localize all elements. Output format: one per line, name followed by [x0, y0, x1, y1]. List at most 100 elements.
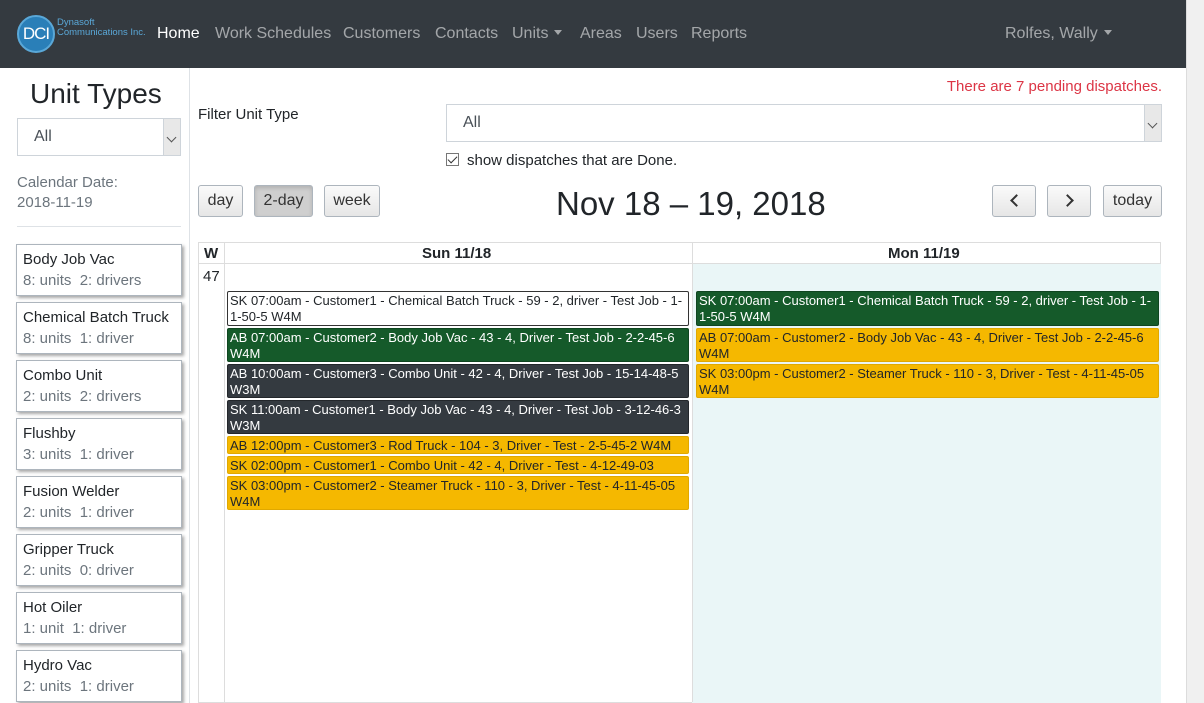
day-header-mon: Mon 11/19 — [888, 245, 960, 262]
unit-type-counts: 2: units 0: driver — [23, 562, 134, 579]
event-item[interactable]: SK 02:00pm - Customer1 - Combo Unit - 42… — [227, 456, 689, 474]
nav-reports[interactable]: Reports — [691, 25, 747, 43]
view-day-button[interactable]: day — [198, 185, 243, 217]
unit-count: 1: unit — [23, 620, 64, 637]
event-item[interactable]: AB 10:00am - Customer3 - Combo Unit - 42… — [227, 364, 689, 398]
calendar-range-title: Nov 18 – 19, 2018 — [556, 185, 826, 222]
calendar-date-label: Calendar Date: — [17, 174, 118, 191]
unit-type-card[interactable]: Body Job Vac 8: units 2: drivers — [16, 244, 182, 296]
unit-type-counts: 2: units 2: drivers — [23, 388, 141, 405]
event-item[interactable]: AB 07:00am - Customer2 - Body Job Vac - … — [696, 328, 1159, 362]
unit-count: 2: units — [23, 388, 72, 405]
event-item[interactable]: AB 07:00am - Customer2 - Body Job Vac - … — [227, 328, 689, 362]
driver-count: 2: drivers — [79, 388, 142, 405]
unit-type-card[interactable]: Flushby 3: units 1: driver — [16, 418, 182, 470]
nav-customers[interactable]: Customers — [343, 25, 420, 43]
unit-type-card[interactable]: Combo Unit 2: units 2: drivers — [16, 360, 182, 412]
nav-units-label: Units — [512, 25, 549, 42]
nav-units-dropdown[interactable]: Units — [512, 25, 563, 43]
driver-count: 0: driver — [79, 562, 134, 579]
unit-count: 8: units — [23, 272, 72, 289]
unit-type-card[interactable]: Hydro Vac 2: units 1: driver — [16, 650, 182, 702]
driver-count: 1: driver — [79, 504, 134, 521]
week-column-divider — [224, 243, 225, 702]
unit-type-name: Hot Oiler — [23, 599, 83, 616]
event-item[interactable]: SK 03:00pm - Customer2 - Steamer Truck -… — [696, 364, 1159, 398]
driver-count: 1: driver — [79, 678, 134, 695]
chevron-down-icon — [554, 30, 563, 35]
show-done-label: show dispatches that are Done. — [467, 152, 678, 169]
calendar-date-value: 2018-11-19 — [17, 194, 93, 211]
today-button[interactable]: today — [1103, 185, 1162, 217]
day-header-sun: Sun 11/18 — [422, 245, 492, 262]
week-number: 47 — [203, 268, 220, 285]
driver-count: 1: driver — [79, 330, 134, 347]
unit-type-card[interactable]: Gripper Truck 2: units 0: driver — [16, 534, 182, 586]
unit-type-counts: 8: units 1: driver — [23, 330, 134, 347]
unit-type-name: Chemical Batch Truck — [23, 309, 169, 326]
filter-unit-type-select[interactable]: All — [446, 104, 1162, 142]
unit-type-name: Hydro Vac — [23, 657, 92, 674]
unit-count: 2: units — [23, 562, 72, 579]
event-item[interactable]: SK 11:00am - Customer1 - Body Job Vac - … — [227, 400, 689, 434]
header-divider — [199, 263, 1160, 264]
unit-types-sidebar: Unit Types All Calendar Date: 2018-11-19… — [0, 68, 190, 703]
sidebar-title: Unit Types — [30, 78, 162, 109]
driver-count: 2: drivers — [79, 272, 142, 289]
unit-type-counts: 3: units 1: driver — [23, 446, 134, 463]
unit-type-counts: 8: units 2: drivers — [23, 272, 141, 289]
day-column-divider — [692, 243, 693, 702]
unit-count: 8: units — [23, 330, 72, 347]
nav-contacts[interactable]: Contacts — [435, 25, 498, 43]
prev-button[interactable] — [992, 185, 1036, 217]
unit-type-counts: 2: units 1: driver — [23, 678, 134, 695]
nav-work-schedules[interactable]: Work Schedules — [215, 25, 331, 43]
event-item[interactable]: AB 12:00pm - Customer3 - Rod Truck - 104… — [227, 436, 689, 454]
chevron-right-icon — [1060, 194, 1074, 207]
week-column-header: W — [204, 245, 219, 262]
unit-type-counts: 1: unit 1: driver — [23, 620, 126, 637]
user-menu[interactable]: Rolfes, Wally — [1005, 25, 1112, 43]
unit-type-select[interactable]: All — [17, 118, 181, 156]
nav-users[interactable]: Users — [636, 25, 678, 43]
unit-type-name: Body Job Vac — [23, 251, 115, 268]
show-done-checkbox[interactable] — [446, 153, 459, 166]
pending-dispatches-alert: There are 7 pending dispatches. — [946, 78, 1162, 95]
calendar-date: Calendar Date: 2018-11-19 — [17, 173, 118, 213]
unit-type-name: Flushby — [23, 425, 76, 442]
event-item[interactable]: SK 03:00pm - Customer2 - Steamer Truck -… — [227, 476, 689, 510]
unit-count: 2: units — [23, 678, 72, 695]
unit-count: 2: units — [23, 504, 72, 521]
unit-type-card[interactable]: Fusion Welder 2: units 1: driver — [16, 476, 182, 528]
unit-type-counts: 2: units 1: driver — [23, 504, 134, 521]
unit-count: 3: units — [23, 446, 72, 463]
app-window: DCI Dynasoft Communications Inc. Home Wo… — [0, 0, 1204, 703]
logo-text: Dynasoft Communications Inc. — [57, 17, 146, 38]
user-name: Rolfes, Wally — [1005, 25, 1098, 42]
unit-type-card[interactable]: Hot Oiler 1: unit 1: driver — [16, 592, 182, 644]
sidebar-divider — [17, 226, 181, 227]
top-navbar: DCI Dynasoft Communications Inc. Home Wo… — [0, 0, 1186, 68]
next-button[interactable] — [1047, 185, 1091, 217]
chevron-down-icon — [1103, 30, 1112, 35]
driver-count: 1: driver — [79, 446, 134, 463]
filter-unit-type-label: Filter Unit Type — [198, 106, 299, 123]
event-item[interactable]: SK 07:00am - Customer1 - Chemical Batch … — [227, 291, 689, 326]
unit-type-name: Gripper Truck — [23, 541, 114, 558]
nav-home[interactable]: Home — [157, 25, 200, 43]
unit-type-name: Combo Unit — [23, 367, 103, 384]
driver-count: 1: driver — [72, 620, 127, 637]
logo-mark: DCI — [17, 15, 55, 53]
brand-logo[interactable]: DCI Dynasoft Communications Inc. — [17, 15, 146, 53]
nav-areas[interactable]: Areas — [580, 25, 622, 43]
event-item[interactable]: SK 07:00am - Customer1 - Chemical Batch … — [696, 291, 1159, 326]
unit-type-card[interactable]: Chemical Batch Truck 8: units 1: driver — [16, 302, 182, 354]
unit-type-select-value: All — [34, 128, 52, 145]
chevron-down-icon — [163, 119, 180, 155]
vertical-scrollbar[interactable] — [1186, 0, 1204, 703]
view-week-button[interactable]: week — [324, 185, 380, 217]
chevron-left-icon — [1009, 194, 1023, 207]
chevron-down-icon — [1144, 105, 1161, 141]
unit-type-name: Fusion Welder — [23, 483, 120, 500]
view-2day-button[interactable]: 2-day — [254, 185, 313, 217]
